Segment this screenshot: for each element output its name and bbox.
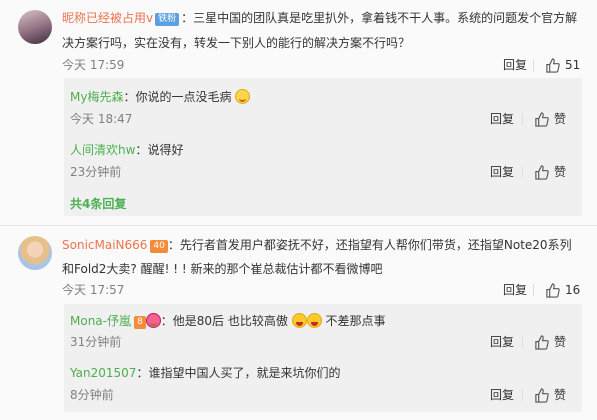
thumbs-up-icon	[535, 334, 549, 350]
reply-text: 你说的一点没毛病	[135, 90, 232, 104]
like-button[interactable]: 赞	[534, 164, 566, 180]
like-button[interactable]: 赞	[534, 111, 566, 127]
divider	[533, 59, 534, 71]
comment-text: 三星中国的团队真是吃里扒外，拿着钱不干人事。系统的问题发个官方解	[193, 11, 578, 25]
like-button[interactable]: 赞	[534, 387, 566, 403]
divider	[522, 336, 523, 348]
like-label: 赞	[554, 335, 567, 349]
reply-username[interactable]: Yan201507	[70, 366, 136, 380]
heart-emoji-icon	[145, 313, 161, 328]
avatar[interactable]	[18, 236, 52, 270]
reply-time: 23分钟前	[70, 165, 122, 179]
comment-time: 今天 17:57	[62, 283, 125, 297]
divider	[0, 225, 597, 226]
reply-button[interactable]: 回复	[490, 334, 514, 350]
like-button[interactable]: 赞	[534, 334, 566, 350]
comment-text: 先行者首发用户都姿抚不好，还指望有人帮你们带货，还指望Note20系列	[179, 238, 572, 252]
comment-text-cont: 决方案行吗，实在没有，转发一下别人的能行的解决方案不行吗？	[62, 36, 411, 50]
reply-button[interactable]: 回复	[490, 111, 514, 127]
reply-text: 说得好	[147, 143, 184, 157]
reply-username[interactable]: 人间清欢hw	[70, 143, 135, 157]
thumbs-up-icon	[535, 387, 549, 403]
divider	[522, 166, 523, 178]
divider	[522, 113, 523, 125]
reply-text: 谁指望中国人买了，就是来坑你们的	[148, 366, 341, 380]
like-button[interactable]: 16	[545, 282, 580, 298]
grin-emoji-icon	[235, 89, 251, 104]
like-label: 赞	[554, 112, 567, 126]
comment-time: 今天 17:59	[62, 58, 125, 72]
reply-time: 31分钟前	[70, 335, 122, 349]
reply-button[interactable]: 回复	[490, 387, 514, 403]
reply-button[interactable]: 回复	[490, 164, 514, 180]
reply-username[interactable]: My梅先森	[70, 90, 123, 104]
reply-time: 今天 18:47	[70, 112, 133, 126]
like-count: 16	[565, 283, 581, 297]
reply-button[interactable]: 回复	[503, 282, 527, 298]
like-label: 赞	[554, 388, 567, 402]
comment-username[interactable]: SonicMaiN666	[62, 238, 147, 252]
level-badge: 8	[134, 316, 146, 329]
level-badge: 40	[150, 240, 168, 253]
thumbs-up-icon	[535, 164, 549, 180]
fan-badge: 铁粉	[155, 13, 180, 26]
reply-text: 不差那点事	[325, 314, 386, 328]
divider	[533, 284, 534, 296]
reply-text: 他是80后 也比较高傲	[172, 314, 288, 328]
laugh-emoji-icon	[291, 313, 307, 328]
like-button[interactable]: 51	[545, 57, 580, 73]
comment-username[interactable]: 昵称已经被占用v	[62, 11, 153, 25]
thumbs-up-icon	[546, 282, 560, 298]
like-label: 赞	[554, 165, 567, 179]
reply-username[interactable]: Mona-伃嵐	[70, 314, 131, 328]
comment-text-cont: 和Fold2大卖? 醒醒! ! ! 新来的那个崔总裁估计都不看微博吧	[62, 262, 383, 276]
reply-time: 8分钟前	[70, 388, 114, 402]
thumbs-up-icon	[546, 57, 560, 73]
avatar[interactable]	[18, 10, 52, 44]
thumbs-up-icon	[535, 111, 549, 127]
like-count: 51	[565, 58, 581, 72]
divider	[522, 389, 523, 401]
laugh-emoji-icon	[306, 313, 322, 328]
reply-button[interactable]: 回复	[503, 57, 527, 73]
more-replies-link[interactable]: 共4条回复	[70, 195, 126, 213]
